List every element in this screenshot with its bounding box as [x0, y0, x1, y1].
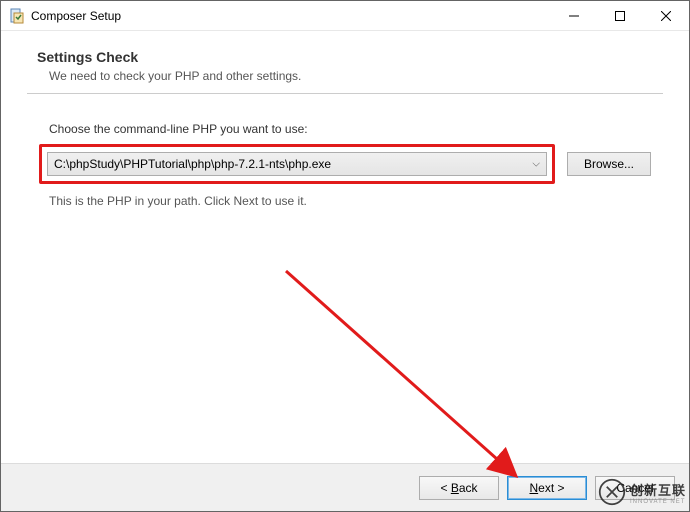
php-highlight-box: C:\phpStudy\PHPTutorial\php\php-7.2.1-nt… — [39, 144, 555, 184]
next-label: Next > — [529, 481, 564, 495]
cancel-label: Cancel — [616, 481, 653, 495]
content-area: Settings Check We need to check your PHP… — [1, 31, 689, 463]
app-icon — [9, 8, 25, 24]
back-button[interactable]: < Back — [419, 476, 499, 500]
browse-button[interactable]: Browse... — [567, 152, 651, 176]
back-label: < Back — [440, 481, 477, 495]
cancel-button[interactable]: Cancel — [595, 476, 675, 500]
php-prompt-label: Choose the command-line PHP you want to … — [49, 122, 663, 136]
chevron-down-icon: ⌵ — [532, 159, 540, 170]
page-subheading: We need to check your PHP and other sett… — [49, 69, 663, 83]
close-button[interactable] — [643, 1, 689, 31]
next-button[interactable]: Next > — [507, 476, 587, 500]
titlebar: Composer Setup — [1, 1, 689, 31]
annotation-arrow — [281, 266, 541, 496]
minimize-button[interactable] — [551, 1, 597, 31]
maximize-button[interactable] — [597, 1, 643, 31]
php-path-combobox[interactable]: C:\phpStudy\PHPTutorial\php\php-7.2.1-nt… — [47, 152, 547, 176]
php-path-value: C:\phpStudy\PHPTutorial\php\php-7.2.1-nt… — [54, 157, 331, 171]
window-controls — [551, 1, 689, 31]
footer-bar: < Back Next > Cancel — [1, 463, 689, 511]
installer-window: Composer Setup Settings Check We need to… — [0, 0, 690, 512]
browse-label: Browse... — [584, 157, 634, 171]
php-note: This is the PHP in your path. Click Next… — [49, 194, 663, 208]
page-heading: Settings Check — [37, 49, 663, 65]
divider — [27, 93, 663, 94]
window-title: Composer Setup — [31, 9, 121, 23]
php-selector-row: C:\phpStudy\PHPTutorial\php\php-7.2.1-nt… — [39, 144, 651, 184]
